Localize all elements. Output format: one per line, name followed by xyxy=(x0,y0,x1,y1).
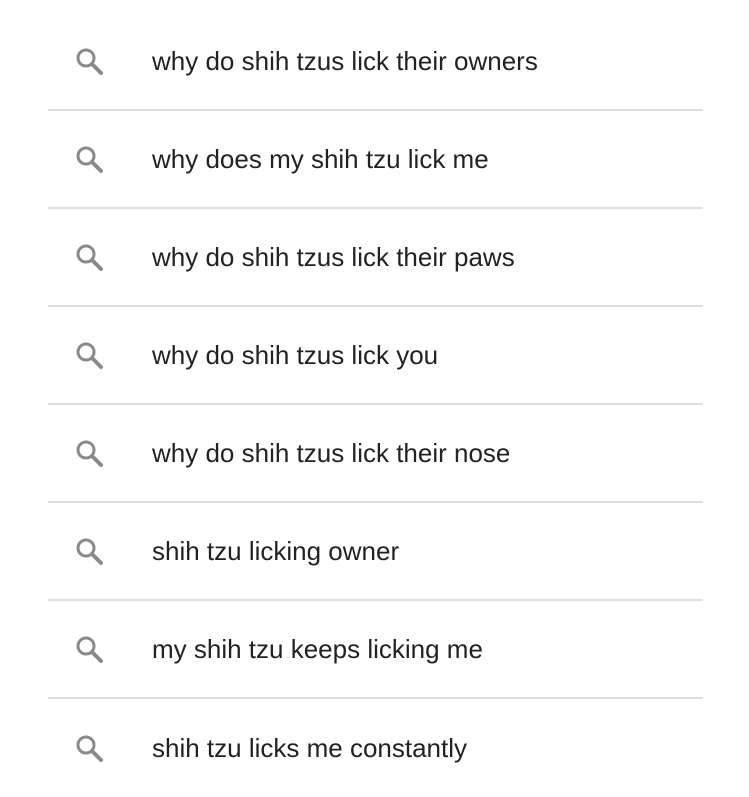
search-icon xyxy=(74,340,104,370)
suggestion-item[interactable]: why does my shih tzu lick me xyxy=(48,111,703,209)
suggestion-label: my shih tzu keeps licking me xyxy=(152,634,483,664)
search-icon xyxy=(74,733,104,763)
suggestion-label: why do shih tzus lick their paws xyxy=(152,242,515,272)
suggestion-label: shih tzu licking owner xyxy=(152,536,400,566)
suggestion-item[interactable]: why do shih tzus lick their nose xyxy=(48,405,703,503)
search-icon xyxy=(74,438,104,468)
search-icon xyxy=(74,242,104,272)
suggestion-item[interactable]: why do shih tzus lick their owners xyxy=(48,13,703,111)
suggestion-label: why do shih tzus lick their owners xyxy=(152,46,538,76)
search-icon xyxy=(74,46,104,76)
suggestion-label: why do shih tzus lick their nose xyxy=(152,438,511,468)
suggestion-label: why do shih tzus lick you xyxy=(152,340,439,370)
suggestion-item[interactable]: why do shih tzus lick their paws xyxy=(48,209,703,307)
suggestion-label: shih tzu licks me constantly xyxy=(152,733,468,763)
suggestion-item[interactable]: why do shih tzus lick you xyxy=(48,307,703,405)
search-icon xyxy=(74,634,104,664)
suggestion-label: why does my shih tzu lick me xyxy=(152,144,489,174)
search-suggestions-list: why do shih tzus lick their owners why d… xyxy=(0,0,749,797)
search-icon xyxy=(74,536,104,566)
suggestion-item[interactable]: my shih tzu keeps licking me xyxy=(48,601,703,699)
search-icon xyxy=(74,144,104,174)
suggestion-item[interactable]: shih tzu licks me constantly xyxy=(48,699,703,797)
suggestion-item[interactable]: shih tzu licking owner xyxy=(48,503,703,601)
